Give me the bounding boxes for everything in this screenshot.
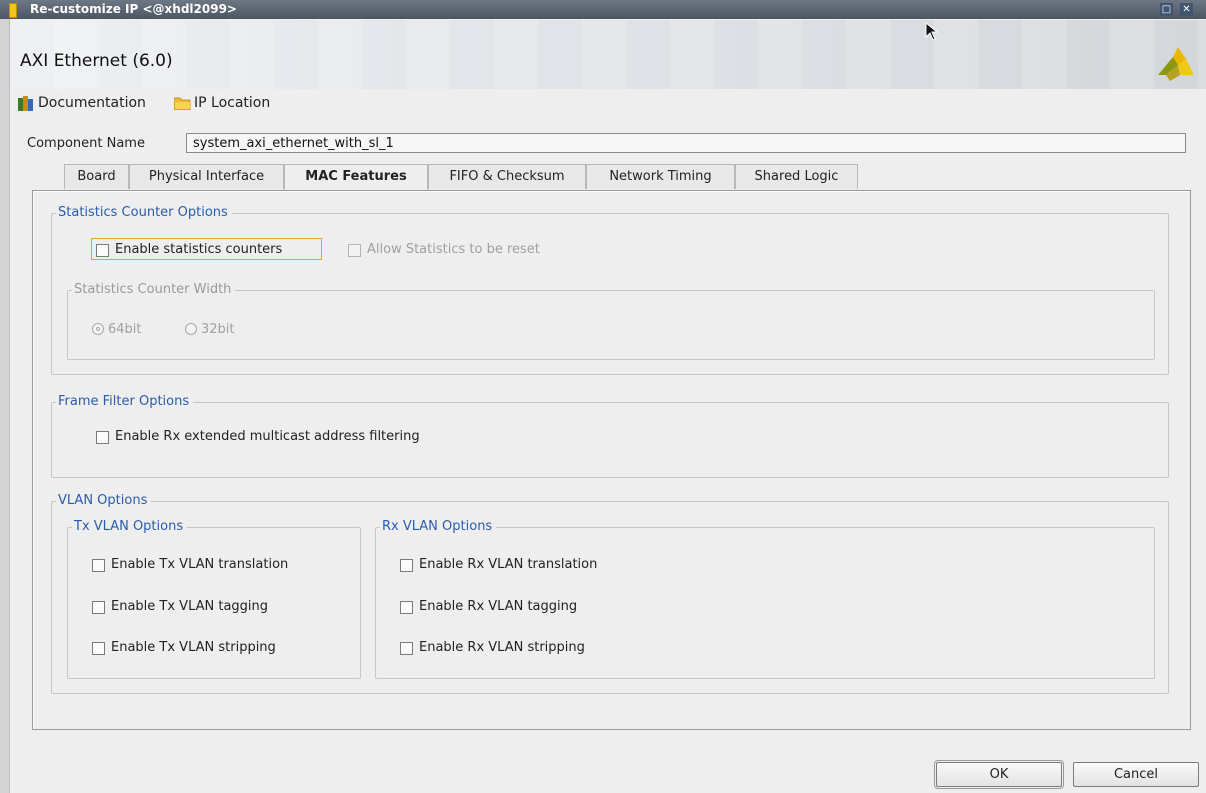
enable-statistics-counters-checkbox[interactable]: Enable statistics counters	[96, 242, 320, 258]
enable-rx-vlan-tagging-label: Enable Rx VLAN tagging	[419, 599, 578, 614]
radio-circle	[185, 323, 197, 335]
maximize-icon[interactable]: □	[1160, 3, 1173, 16]
tx-vlan-legend: Tx VLAN Options	[72, 519, 188, 534]
radio-64bit-label: 64bit	[108, 322, 142, 337]
enable-rx-vlan-stripping-label: Enable Rx VLAN stripping	[419, 640, 585, 655]
enable-tx-vlan-tagging-label: Enable Tx VLAN tagging	[111, 599, 269, 614]
checkbox-box	[96, 431, 109, 444]
ip-location-label: IP Location	[194, 95, 271, 111]
books-icon	[18, 96, 33, 111]
component-name-label: Component Name	[27, 136, 145, 151]
enable-tx-vlan-translation-checkbox[interactable]: Enable Tx VLAN translation	[92, 557, 342, 573]
close-icon[interactable]: ✕	[1180, 3, 1193, 16]
tab-shared-logic[interactable]: Shared Logic	[735, 164, 858, 189]
window-title: Re-customize IP <@xhdl2099>	[30, 2, 237, 16]
ip-header: AXI Ethernet (6.0)	[10, 20, 1206, 89]
tab-board[interactable]: Board	[64, 164, 129, 189]
rx-vlan-group: Rx VLAN Options Enable Rx VLAN translati…	[375, 519, 1155, 679]
ok-button[interactable]: OK	[934, 760, 1064, 789]
checkbox-box	[400, 642, 413, 655]
vlan-options-group: VLAN Options Tx VLAN Options Enable Tx V…	[51, 493, 1169, 694]
cancel-button[interactable]: Cancel	[1073, 762, 1199, 787]
window-left-border	[0, 19, 10, 793]
vlan-options-legend: VLAN Options	[56, 493, 152, 508]
enable-rx-vlan-tagging-checkbox[interactable]: Enable Rx VLAN tagging	[400, 599, 660, 615]
checkbox-box	[92, 559, 105, 572]
rx-vlan-legend: Rx VLAN Options	[380, 519, 497, 534]
allow-statistics-reset-label: Allow Statistics to be reset	[367, 242, 540, 257]
documentation-link[interactable]: Documentation	[18, 95, 168, 113]
statistics-counter-group: Statistics Counter Options Enable statis…	[51, 205, 1169, 375]
documentation-label: Documentation	[38, 95, 146, 111]
statistics-counter-width-legend: Statistics Counter Width	[72, 282, 236, 297]
folder-icon	[174, 97, 191, 110]
app-icon	[9, 3, 17, 18]
allow-statistics-reset-checkbox[interactable]: Allow Statistics to be reset	[348, 242, 588, 258]
enable-rx-vlan-stripping-checkbox[interactable]: Enable Rx VLAN stripping	[400, 640, 660, 656]
mouse-cursor-icon	[925, 22, 939, 41]
enable-multicast-filtering-label: Enable Rx extended multicast address fil…	[115, 429, 420, 444]
tab-mac-features[interactable]: MAC Features	[284, 164, 428, 191]
checkbox-box	[92, 642, 105, 655]
ip-location-link[interactable]: IP Location	[174, 95, 294, 113]
enable-tx-vlan-tagging-checkbox[interactable]: Enable Tx VLAN tagging	[92, 599, 342, 615]
checkbox-box	[92, 601, 105, 614]
checkbox-box	[400, 559, 413, 572]
mac-features-panel: Statistics Counter Options Enable statis…	[32, 190, 1191, 730]
enable-tx-vlan-translation-label: Enable Tx VLAN translation	[111, 557, 289, 572]
frame-filter-group: Frame Filter Options Enable Rx extended …	[51, 394, 1169, 478]
component-name-field[interactable]	[186, 133, 1186, 153]
tx-vlan-group: Tx VLAN Options Enable Tx VLAN translati…	[67, 519, 361, 679]
window-title-bar[interactable]: Re-customize IP <@xhdl2099> □ ✕	[0, 0, 1206, 19]
enable-multicast-filtering-checkbox[interactable]: Enable Rx extended multicast address fil…	[96, 429, 496, 445]
enable-rx-vlan-translation-label: Enable Rx VLAN translation	[419, 557, 598, 572]
statistics-counter-legend: Statistics Counter Options	[56, 205, 232, 220]
xilinx-logo-icon	[1158, 47, 1194, 81]
radio-32bit[interactable]: 32bit	[185, 322, 255, 338]
radio-32bit-label: 32bit	[201, 322, 235, 337]
statistics-counter-width-group: Statistics Counter Width 64bit 32bit	[67, 282, 1155, 360]
radio-circle	[92, 323, 104, 335]
checkbox-box	[96, 244, 109, 257]
enable-tx-vlan-stripping-label: Enable Tx VLAN stripping	[111, 640, 276, 655]
ip-title: AXI Ethernet (6.0)	[20, 51, 173, 71]
frame-filter-legend: Frame Filter Options	[56, 394, 194, 409]
tab-fifo-checksum[interactable]: FIFO & Checksum	[428, 164, 586, 189]
enable-rx-vlan-translation-checkbox[interactable]: Enable Rx VLAN translation	[400, 557, 660, 573]
checkbox-box	[400, 601, 413, 614]
tab-network-timing[interactable]: Network Timing	[586, 164, 735, 189]
tab-physical-interface[interactable]: Physical Interface	[129, 164, 284, 189]
radio-64bit[interactable]: 64bit	[92, 322, 162, 338]
checkbox-box	[348, 244, 361, 257]
enable-tx-vlan-stripping-checkbox[interactable]: Enable Tx VLAN stripping	[92, 640, 342, 656]
enable-statistics-counters-label: Enable statistics counters	[115, 242, 283, 257]
